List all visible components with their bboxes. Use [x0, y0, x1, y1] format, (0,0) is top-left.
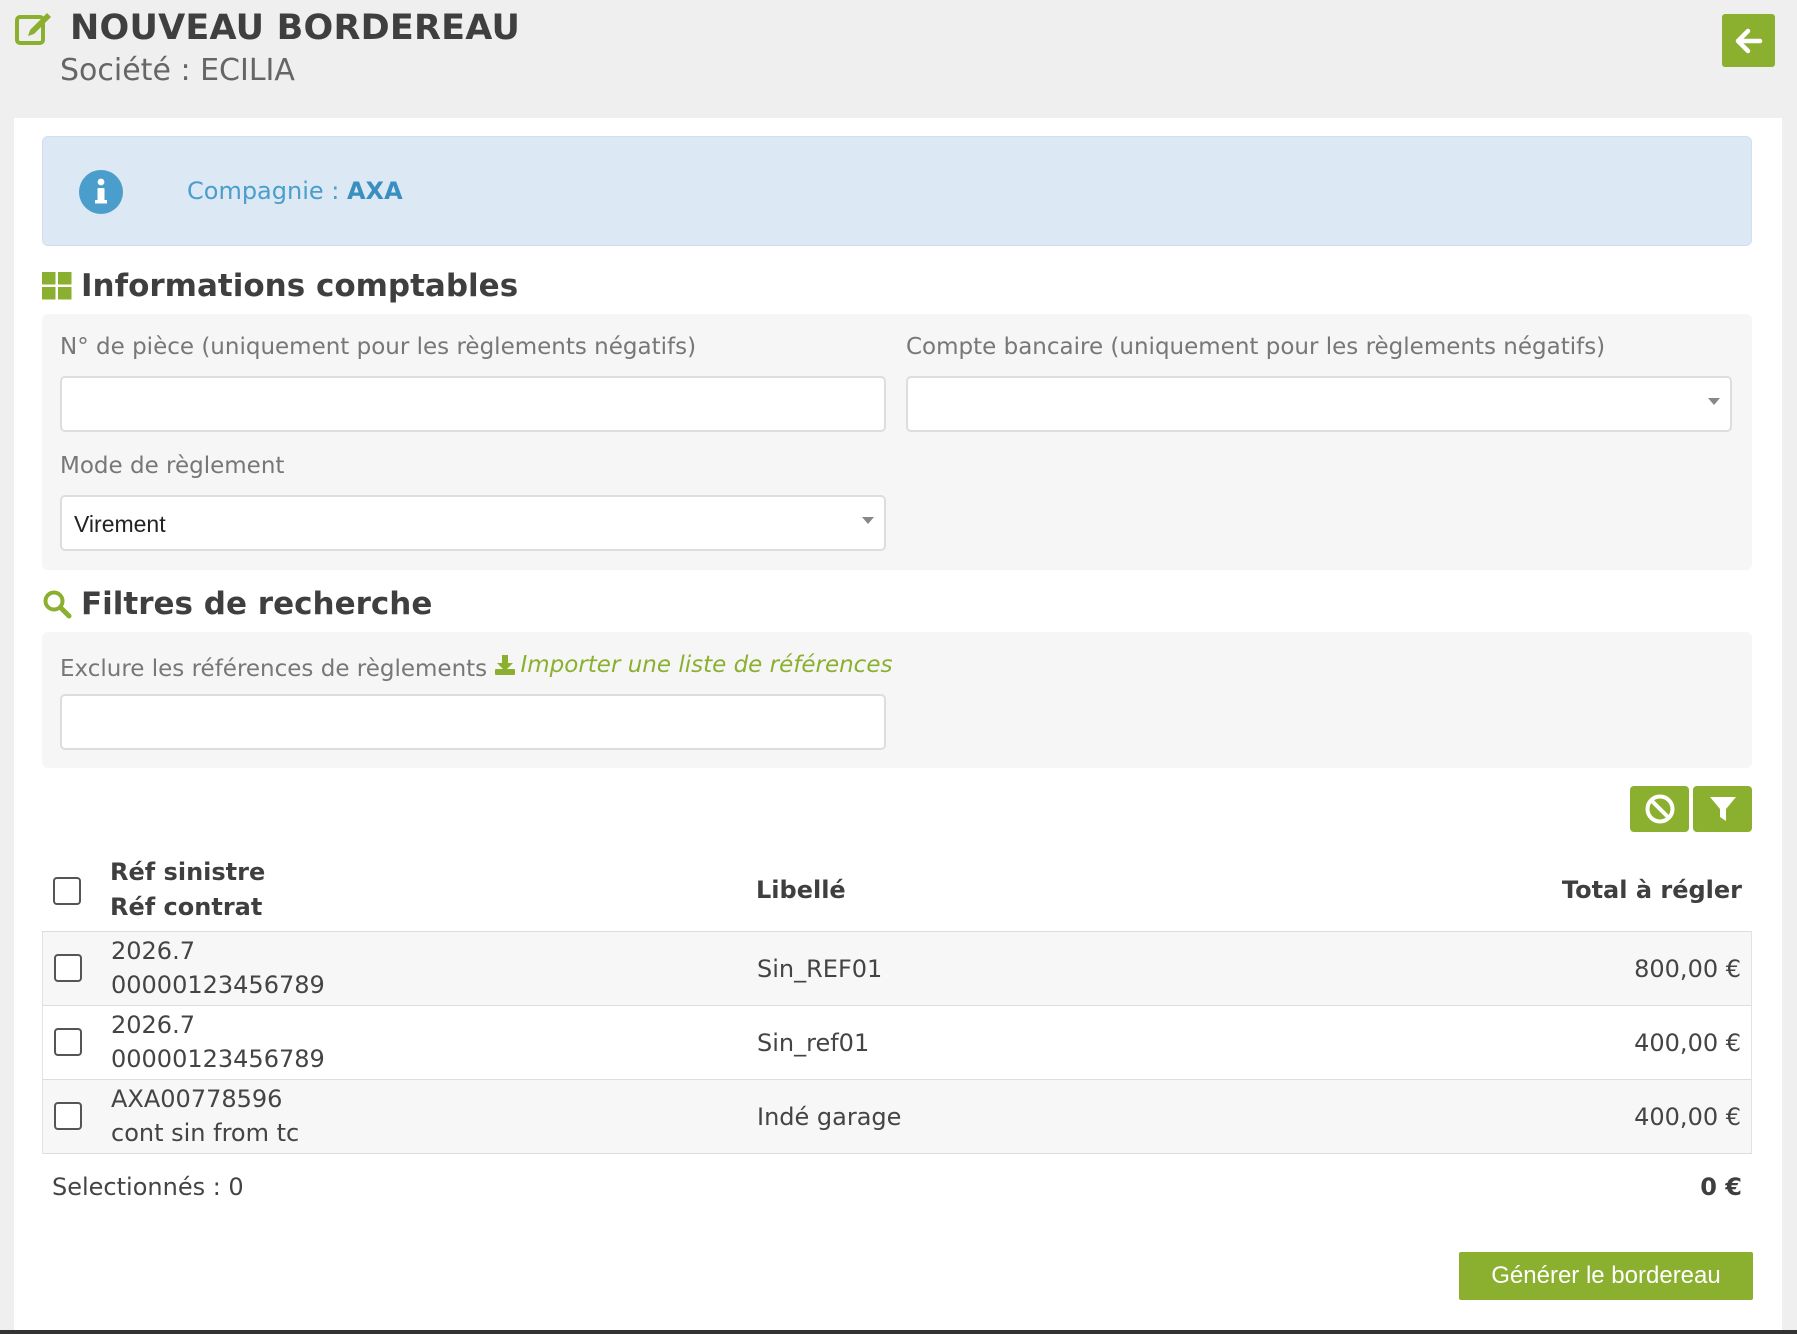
bank-account-select[interactable]	[906, 376, 1732, 432]
piece-number-input[interactable]	[60, 376, 886, 432]
cell-ref-contrat: 00000123456789	[111, 1045, 325, 1073]
ban-icon	[1644, 793, 1676, 825]
cell-total: 800,00 €	[1634, 955, 1741, 983]
filters-title: Filtres de recherche	[81, 586, 433, 622]
cell-total: 400,00 €	[1634, 1029, 1741, 1057]
table-row[interactable]: 2026.7 00000123456789 Sin_ref01 400,00 €	[42, 1006, 1752, 1080]
table-footer: Selectionnés : 0 0 €	[42, 1154, 1752, 1216]
cell-ref-contrat: cont sin from tc	[111, 1119, 300, 1147]
header-libelle: Libellé	[756, 876, 846, 904]
apply-filters-button[interactable]	[1693, 786, 1752, 832]
page-title: NOUVEAU BORDEREAU	[70, 8, 521, 48]
exclude-references-input[interactable]	[60, 694, 886, 750]
company-label: Compagnie :	[187, 177, 347, 205]
select-all-checkbox[interactable]	[53, 877, 81, 905]
accounting-well: N° de pièce (uniquement pour les règleme…	[42, 314, 1752, 570]
cell-libelle: Sin_REF01	[757, 955, 883, 983]
payment-mode-label: Mode de règlement	[60, 453, 285, 479]
table-header: Réf sinistre Réf contrat Libellé Total à…	[42, 850, 1752, 932]
page-subtitle: Société : ECILIA	[60, 53, 295, 88]
cell-total: 400,00 €	[1634, 1103, 1741, 1131]
selected-total: 0 €	[1700, 1173, 1742, 1201]
cell-libelle: Sin_ref01	[757, 1029, 870, 1057]
payment-mode-select[interactable]: Virement	[60, 495, 886, 551]
company-info-alert: Compagnie : AXA	[42, 136, 1752, 246]
filter-icon	[1708, 794, 1738, 824]
caret-down-icon	[862, 517, 874, 524]
page-header: NOUVEAU BORDEREAU Société : ECILIA	[0, 0, 1797, 118]
cell-ref-sinistre: 2026.7	[111, 1011, 195, 1039]
import-references-link[interactable]: Importer une liste de références	[494, 652, 892, 678]
cell-libelle: Indé garage	[757, 1103, 902, 1131]
generate-bordereau-button[interactable]: Générer le bordereau	[1459, 1252, 1753, 1300]
piece-number-label: N° de pièce (uniquement pour les règleme…	[60, 334, 697, 360]
header-ref-contrat: Réf contrat	[110, 893, 263, 921]
header-ref-sinistre: Réf sinistre	[110, 858, 266, 886]
accounting-title: Informations comptables	[81, 268, 519, 304]
header-total: Total à régler	[1561, 876, 1742, 904]
company-value: AXA	[346, 177, 403, 205]
cell-ref-sinistre: AXA00778596	[111, 1085, 283, 1113]
arrow-left-icon	[1735, 28, 1763, 54]
exclude-references-text: Exclure les références de règlements	[60, 656, 488, 682]
row-checkbox[interactable]	[54, 1102, 82, 1130]
reset-filters-button[interactable]	[1630, 786, 1689, 832]
search-icon	[42, 589, 72, 619]
bottom-border	[0, 1330, 1797, 1334]
claims-table: Réf sinistre Réf contrat Libellé Total à…	[42, 850, 1752, 1216]
section-title-filters: Filtres de recherche	[42, 586, 432, 622]
grid-icon	[42, 272, 72, 300]
table-row[interactable]: AXA00778596 cont sin from tc Indé garage…	[42, 1080, 1752, 1154]
company-info-text: Compagnie : AXA	[187, 177, 403, 205]
info-icon	[78, 169, 124, 215]
download-icon	[494, 654, 516, 676]
selected-count: Selectionnés : 0	[52, 1173, 244, 1201]
bank-account-label: Compte bancaire (uniquement pour les règ…	[906, 334, 1606, 360]
main-panel: Compagnie : AXA Informations comptables …	[14, 118, 1782, 1334]
filters-well: Exclure les références de règlements Imp…	[42, 632, 1752, 768]
back-button[interactable]	[1722, 14, 1775, 67]
table-row[interactable]: 2026.7 00000123456789 Sin_REF01 800,00 €	[42, 932, 1752, 1006]
edit-icon	[14, 8, 54, 46]
cell-ref-sinistre: 2026.7	[111, 937, 195, 965]
row-checkbox[interactable]	[54, 954, 82, 982]
caret-down-icon	[1708, 398, 1720, 405]
section-title-accounting: Informations comptables	[42, 268, 518, 304]
import-references-text: Importer une liste de références	[520, 652, 893, 678]
cell-ref-contrat: 00000123456789	[111, 971, 325, 999]
row-checkbox[interactable]	[54, 1028, 82, 1056]
payment-mode-value: Virement	[74, 511, 166, 537]
exclude-references-label: Exclure les références de règlements Imp…	[60, 652, 892, 682]
